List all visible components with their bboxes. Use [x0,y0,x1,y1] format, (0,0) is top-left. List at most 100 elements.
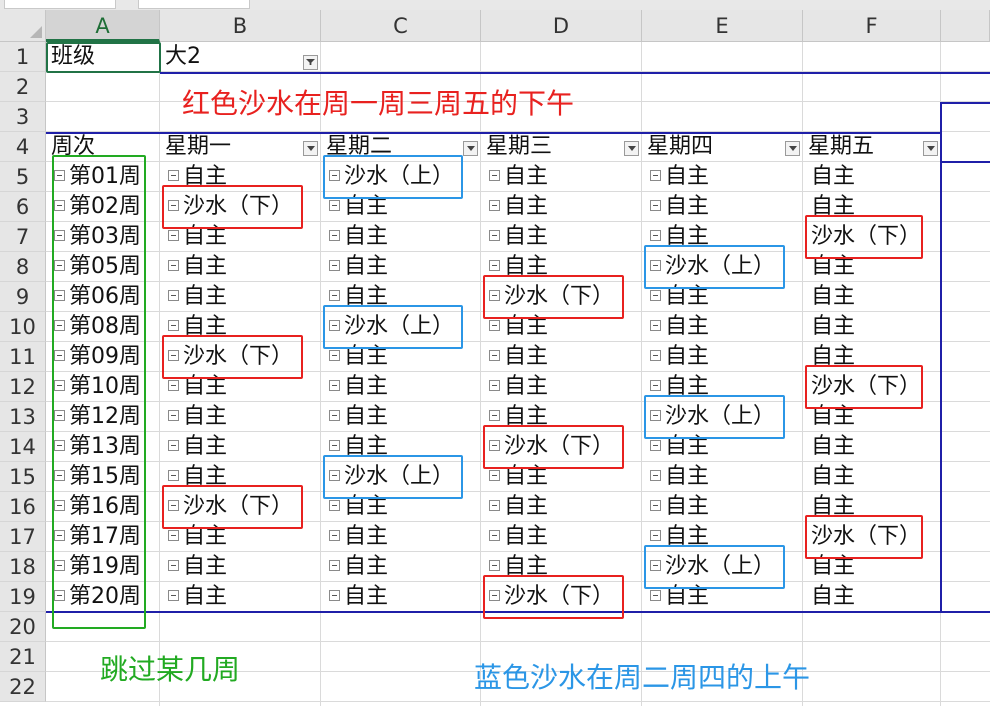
pivot-cell[interactable]: 自主 [329,402,388,432]
row-header-6[interactable]: 6 [0,192,46,222]
collapse-icon[interactable] [489,170,500,181]
pivot-cell[interactable]: 自主 [811,312,855,342]
pivot-cell[interactable]: 自主 [489,492,548,522]
row-header-13[interactable]: 13 [0,402,46,432]
pivot-column-header-4[interactable]: 星期四 [647,132,713,162]
collapse-icon[interactable] [650,200,661,211]
collapse-icon[interactable] [489,530,500,541]
collapse-icon[interactable] [489,230,500,241]
collapse-icon[interactable] [650,440,661,451]
collapse-icon[interactable] [650,500,661,511]
row-header-2[interactable]: 2 [0,72,46,102]
collapse-icon[interactable] [168,290,179,301]
collapse-icon[interactable] [650,290,661,301]
column-header-b[interactable]: B [160,10,321,42]
collapse-icon[interactable] [489,350,500,361]
column-dropdown-button[interactable] [463,141,478,156]
column-dropdown-button[interactable] [624,141,639,156]
pivot-column-header-1[interactable]: 星期一 [165,132,231,162]
pivot-cell[interactable]: 自主 [650,462,709,492]
collapse-icon[interactable] [168,410,179,421]
column-header-a[interactable]: A [46,10,160,42]
pivot-cell[interactable]: 自主 [811,582,855,612]
row-header-22[interactable]: 22 [0,672,46,702]
pivot-cell[interactable]: 自主 [329,222,388,252]
pivot-cell[interactable]: 自主 [168,252,227,282]
collapse-icon[interactable] [329,380,340,391]
row-header-19[interactable]: 19 [0,582,46,612]
pivot-cell[interactable]: 自主 [329,522,388,552]
collapse-icon[interactable] [168,560,179,571]
pivot-cell[interactable]: 自主 [489,372,548,402]
collapse-icon[interactable] [329,200,340,211]
sheet-tab[interactable] [4,0,116,9]
column-dropdown-button[interactable] [303,141,318,156]
collapse-icon[interactable] [329,440,340,451]
pivot-cell[interactable]: 自主 [168,432,227,462]
collapse-icon[interactable] [650,170,661,181]
row-header-1[interactable]: 1 [0,42,46,72]
collapse-icon[interactable] [650,530,661,541]
row-header-5[interactable]: 5 [0,162,46,192]
collapse-icon[interactable] [489,320,500,331]
collapse-icon[interactable] [168,530,179,541]
pivot-column-header-3[interactable]: 星期三 [486,132,552,162]
collapse-icon[interactable] [650,590,661,601]
pivot-cell[interactable]: 自主 [329,372,388,402]
pivot-cell[interactable]: 自主 [168,282,227,312]
pivot-cell[interactable]: 自主 [650,492,709,522]
row-header-17[interactable]: 17 [0,522,46,552]
pivot-cell[interactable]: 自主 [168,582,227,612]
row-header-3[interactable]: 3 [0,102,46,132]
collapse-icon[interactable] [650,230,661,241]
collapse-icon[interactable] [650,350,661,361]
pivot-cell[interactable]: 自主 [811,282,855,312]
pivot-cell[interactable]: 自主 [650,162,709,192]
collapse-icon[interactable] [168,440,179,451]
row-header-12[interactable]: 12 [0,372,46,402]
row-header-14[interactable]: 14 [0,432,46,462]
pivot-column-header-5[interactable]: 星期五 [808,132,874,162]
row-header-15[interactable]: 15 [0,462,46,492]
pivot-cell[interactable]: 自主 [489,342,548,372]
filter-dropdown-button[interactable] [303,55,318,70]
collapse-icon[interactable] [168,170,179,181]
collapse-icon[interactable] [168,380,179,391]
pivot-cell[interactable]: 自主 [329,252,388,282]
column-header-d[interactable]: D [481,10,642,42]
collapse-icon[interactable] [168,230,179,241]
collapse-icon[interactable] [489,560,500,571]
pivot-cell[interactable]: 自主 [650,342,709,372]
row-header-20[interactable]: 20 [0,612,46,642]
collapse-icon[interactable] [168,470,179,481]
row-header-16[interactable]: 16 [0,492,46,522]
collapse-icon[interactable] [329,350,340,361]
pivot-cell[interactable]: 自主 [489,162,548,192]
pivot-cell[interactable]: 自主 [650,312,709,342]
row-header-4[interactable]: 4 [0,132,46,162]
pivot-cell[interactable]: 自主 [811,432,855,462]
collapse-icon[interactable] [329,290,340,301]
row-header-11[interactable]: 11 [0,342,46,372]
collapse-icon[interactable] [329,530,340,541]
collapse-icon[interactable] [650,320,661,331]
row-header-10[interactable]: 10 [0,312,46,342]
collapse-icon[interactable] [329,560,340,571]
collapse-icon[interactable] [650,470,661,481]
row-header-8[interactable]: 8 [0,252,46,282]
column-dropdown-button[interactable] [923,141,938,156]
select-all-corner[interactable] [0,10,46,42]
pivot-cell[interactable]: 自主 [168,402,227,432]
column-dropdown-button[interactable] [785,141,800,156]
collapse-icon[interactable] [650,380,661,391]
pivot-cell[interactable]: 自主 [329,582,388,612]
collapse-icon[interactable] [489,380,500,391]
collapse-icon[interactable] [168,260,179,271]
pivot-cell[interactable]: 自主 [489,522,548,552]
column-header-e[interactable]: E [642,10,803,42]
collapse-icon[interactable] [489,470,500,481]
collapse-icon[interactable] [329,230,340,241]
pivot-cell[interactable]: 自主 [489,222,548,252]
sheet-tab[interactable] [138,0,250,9]
row-header-7[interactable]: 7 [0,222,46,252]
